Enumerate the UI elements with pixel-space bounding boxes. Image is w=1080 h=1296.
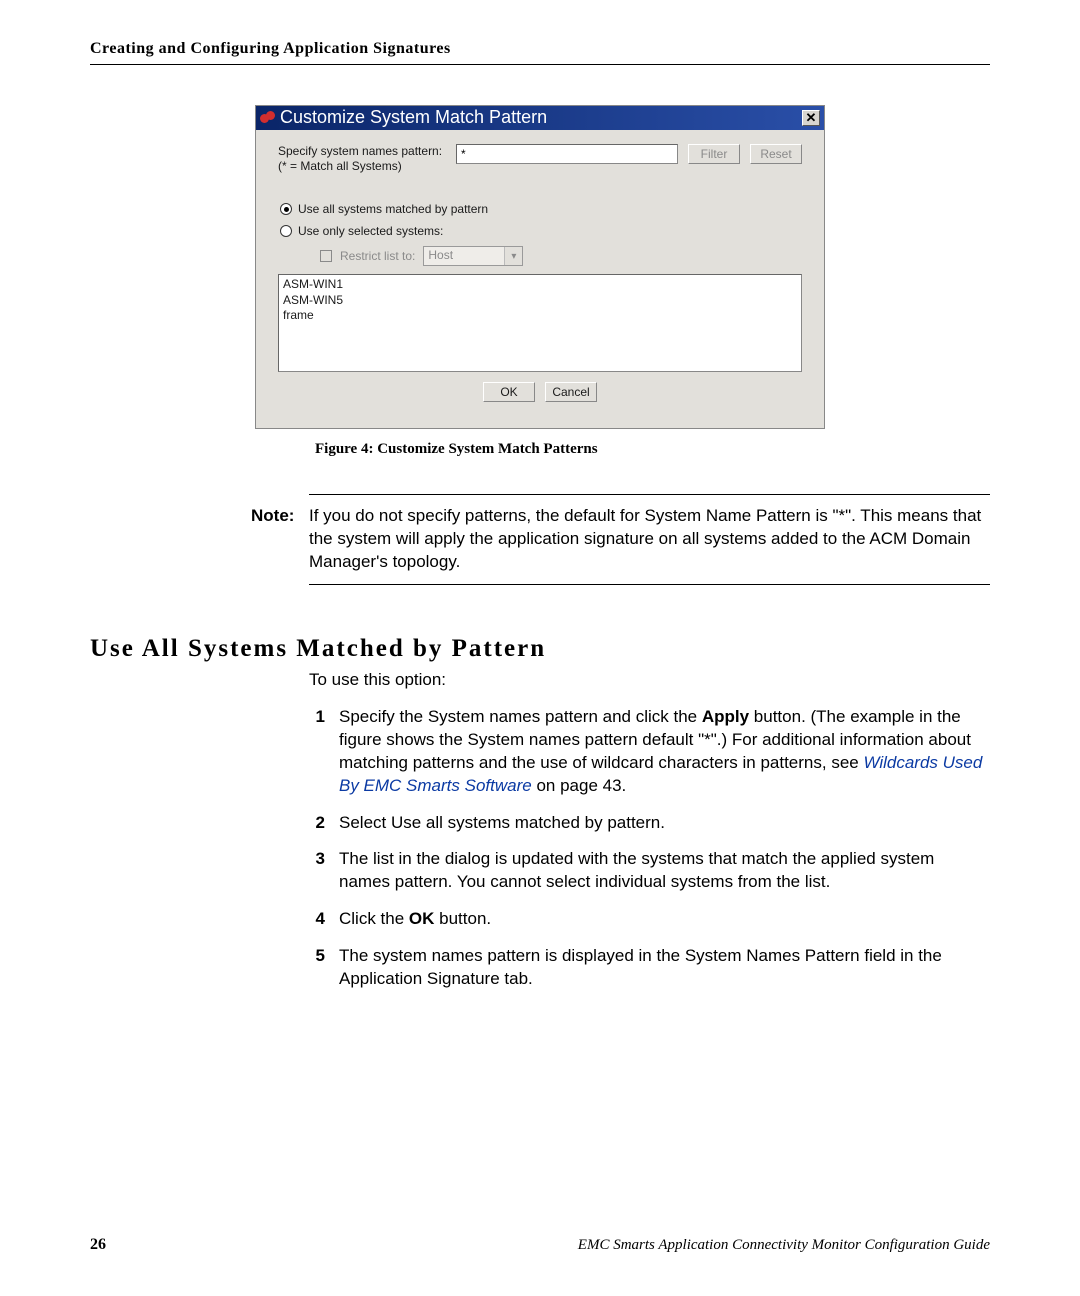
step-1: 1 Specify the System names pattern and c… xyxy=(309,706,990,798)
page-footer: 26 EMC Smarts Application Connectivity M… xyxy=(90,1235,990,1254)
note-label: Note: xyxy=(251,505,294,528)
pattern-label: Specify system names pattern: (* = Match… xyxy=(278,144,446,174)
step-text: Select Use all systems matched by patter… xyxy=(339,812,665,835)
step-number: 5 xyxy=(309,945,325,991)
dialog-customize-match-pattern: Customize System Match Pattern ✕ Specify… xyxy=(255,105,825,429)
systems-listbox[interactable]: ASM-WIN1 ASM-WIN5 frame xyxy=(278,274,802,372)
figure-caption-prefix: Figure 4: xyxy=(315,441,373,457)
ok-button[interactable]: OK xyxy=(483,382,535,402)
pattern-input[interactable] xyxy=(456,144,678,164)
cancel-button[interactable]: Cancel xyxy=(545,382,597,402)
close-icon[interactable]: ✕ xyxy=(802,110,820,126)
restrict-select[interactable]: Host xyxy=(423,246,523,266)
dialog-title: Customize System Match Pattern xyxy=(280,107,796,128)
figure-caption-text: Customize System Match Patterns xyxy=(373,441,597,457)
step-2: 2 Select Use all systems matched by patt… xyxy=(309,812,990,835)
restrict-label: Restrict list to: xyxy=(340,249,415,263)
step-4: 4 Click the OK button. xyxy=(309,908,990,931)
step-text: button. xyxy=(434,909,491,928)
step-text: on page 43. xyxy=(532,776,627,795)
section-title: Use All Systems Matched by Pattern xyxy=(90,635,990,663)
radio-icon xyxy=(280,225,292,237)
step-number: 1 xyxy=(309,706,325,798)
step-text: Click the xyxy=(339,909,409,928)
pattern-label-sub: (* = Match all Systems) xyxy=(278,159,446,174)
inline-bold-apply: Apply xyxy=(702,707,749,726)
restrict-checkbox[interactable] xyxy=(320,250,332,262)
note-block: Note: If you do not specify patterns, th… xyxy=(309,494,990,585)
radio-use-selected-label: Use only selected systems: xyxy=(298,224,443,238)
dialog-screenshot: Customize System Match Pattern ✕ Specify… xyxy=(90,105,990,429)
chevron-down-icon xyxy=(504,247,522,265)
list-item[interactable]: frame xyxy=(283,308,797,324)
radio-use-selected[interactable]: Use only selected systems: xyxy=(278,224,802,238)
list-item[interactable]: ASM-WIN1 xyxy=(283,277,797,293)
intro-line: To use this option: xyxy=(309,669,990,692)
footer-guide-title: EMC Smarts Application Connectivity Moni… xyxy=(578,1237,990,1254)
radio-use-all-label: Use all systems matched by pattern xyxy=(298,202,488,216)
steps-list: 1 Specify the System names pattern and c… xyxy=(309,706,990,991)
step-number: 2 xyxy=(309,812,325,835)
dialog-titlebar: Customize System Match Pattern ✕ xyxy=(256,106,824,130)
restrict-select-value: Host xyxy=(424,247,504,265)
figure-caption: Figure 4: Customize System Match Pattern… xyxy=(315,441,990,458)
step-3: 3 The list in the dialog is updated with… xyxy=(309,848,990,894)
step-number: 4 xyxy=(309,908,325,931)
app-icon xyxy=(260,111,274,125)
step-5: 5 The system names pattern is displayed … xyxy=(309,945,990,991)
reset-button[interactable]: Reset xyxy=(750,144,802,164)
radio-icon xyxy=(280,203,292,215)
filter-button[interactable]: Filter xyxy=(688,144,740,164)
step-text: Specify the System names pattern and cli… xyxy=(339,707,702,726)
radio-use-all[interactable]: Use all systems matched by pattern xyxy=(278,202,802,216)
list-item[interactable]: ASM-WIN5 xyxy=(283,293,797,309)
step-text: The list in the dialog is updated with t… xyxy=(339,848,990,894)
section-body: To use this option: 1 Specify the System… xyxy=(309,669,990,991)
step-number: 3 xyxy=(309,848,325,894)
note-body: If you do not specify patterns, the defa… xyxy=(309,505,990,574)
page-header: Creating and Configuring Application Sig… xyxy=(90,40,990,65)
step-text: The system names pattern is displayed in… xyxy=(339,945,990,991)
inline-bold-ok: OK xyxy=(409,909,435,928)
page-number: 26 xyxy=(90,1236,106,1254)
pattern-label-main: Specify system names pattern: xyxy=(278,144,442,158)
